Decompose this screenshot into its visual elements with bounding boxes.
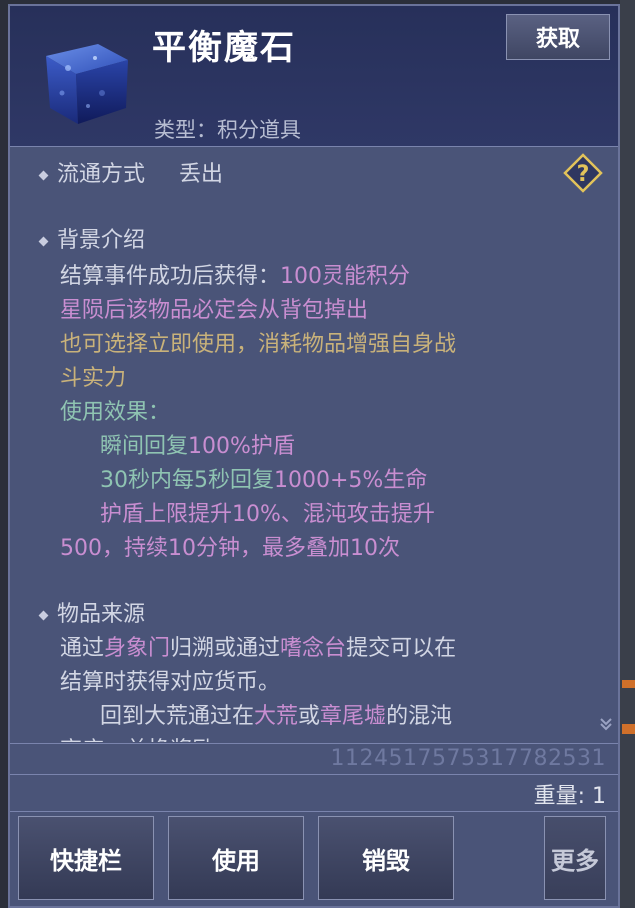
background-heading: 背景介绍 <box>38 222 145 254</box>
item-id-number: 112451757531778253​1 <box>330 746 606 771</box>
source-line: 商店，兑换奖励 <box>60 732 214 742</box>
desc-line: 也可选择立即使用，消耗物品增强自身战 <box>60 332 457 357</box>
circulation-value: 丢出 <box>179 162 224 187</box>
divider <box>10 811 618 812</box>
circulation-row: 流通方式 丢出 <box>38 156 224 188</box>
source-line: 通过身象门归溯或通过嗜念台提交可以在 <box>60 636 457 661</box>
item-weight: 重量: 1 <box>533 784 606 809</box>
blue-cube-icon <box>46 44 128 124</box>
item-detail-panel: 平衡魔石 类型：积分道具 获取 流通方式 丢出 ? 背景介绍 结算事件成功后获得：… <box>8 4 620 908</box>
desc-line: 星陨后该物品必定会从背包掉出 <box>60 298 369 323</box>
circulation-label: 流通方式 <box>57 162 146 187</box>
bullet-diamond-icon <box>38 610 49 620</box>
source-line: 结算时获得对应货币。 <box>60 670 281 695</box>
shortcut-button[interactable]: 快捷栏 <box>18 816 154 900</box>
desc-line: 斗实力 <box>60 366 127 391</box>
svg-text:?: ? <box>577 162 590 187</box>
effect-line: 护盾上限提升10%、混沌攻击提升 <box>100 502 435 527</box>
source-heading: 物品来源 <box>38 596 145 628</box>
effect-heading: 使用效果： <box>60 400 171 425</box>
bullet-diamond-icon <box>38 170 49 180</box>
divider <box>10 743 618 744</box>
effect-line: 500，持续10分钟，最多叠加10次 <box>60 536 400 561</box>
item-name: 平衡魔石 <box>152 28 296 68</box>
use-button[interactable]: 使用 <box>168 816 304 900</box>
effect-line: 30秒内每5秒回复1000+5%生命 <box>100 468 428 493</box>
item-type: 类型：积分道具 <box>154 118 301 142</box>
item-header: 平衡魔石 类型：积分道具 获取 <box>10 6 618 147</box>
source-line: 回到大荒通过在大荒或章尾墟的混沌 <box>100 704 453 729</box>
effect-line: 瞬间回复100%护盾 <box>100 434 295 459</box>
bullet-diamond-icon <box>38 236 49 246</box>
desc-line: 结算事件成功后获得：100灵能积分 <box>60 264 411 289</box>
help-icon[interactable]: ? <box>562 152 604 194</box>
background-scene <box>620 0 635 908</box>
get-button[interactable]: 获取 <box>506 14 610 60</box>
divider <box>10 774 618 775</box>
item-description[interactable]: 背景介绍 结算事件成功后获得：100灵能积分 星陨后该物品必定会从背包掉出 也可… <box>10 202 618 742</box>
scroll-down-icon[interactable] <box>598 716 614 732</box>
destroy-button[interactable]: 销毁 <box>318 816 454 900</box>
more-button[interactable]: 更多 <box>544 816 606 900</box>
